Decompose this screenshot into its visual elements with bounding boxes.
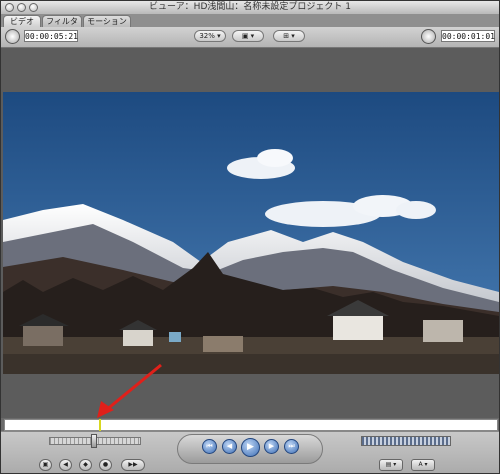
tab-motion[interactable]: モーション bbox=[83, 15, 131, 27]
viewer-window: ビューア：HD浅間山：名称未設定プロジェクト 1 ビデオ フィルタ モーション … bbox=[0, 0, 500, 474]
duration-dial-icon bbox=[5, 29, 20, 44]
tab-bar: ビデオ フィルタ モーション bbox=[1, 14, 499, 27]
overlay-icon: ⊞ bbox=[283, 32, 290, 40]
window-title: ビューア：HD浅間山：名称未設定プロジェクト 1 bbox=[149, 2, 351, 12]
film-view-icon: ▣ bbox=[241, 32, 249, 40]
tab-filters[interactable]: フィルタ bbox=[42, 15, 82, 27]
video-frame bbox=[3, 92, 499, 374]
transport-bar: ⏮ ◀ ▶ ▶ ⏭ bbox=[177, 434, 323, 464]
view-popup[interactable]: ▣ ▾ bbox=[232, 30, 264, 42]
prev-edit-button[interactable]: ⏮ bbox=[202, 439, 217, 454]
marker-button[interactable]: ● bbox=[99, 459, 112, 471]
scrubber-bar[interactable] bbox=[4, 419, 498, 431]
mark-in-button[interactable]: ◀ bbox=[59, 459, 72, 471]
next-edit-button[interactable]: ⏭ bbox=[284, 439, 299, 454]
jog-knob[interactable] bbox=[91, 434, 97, 448]
tab-video[interactable]: ビデオ bbox=[3, 15, 41, 27]
zoom-value: 32% bbox=[199, 32, 215, 40]
step-forward-button[interactable]: ▶ bbox=[264, 439, 279, 454]
generator-popup[interactable]: A ▾ bbox=[411, 459, 435, 471]
duration-timecode-field[interactable]: 00:00:05:21 bbox=[24, 30, 78, 42]
mark-clip-button[interactable]: ◆ bbox=[79, 459, 92, 471]
recent-clips-popup[interactable]: ▤ ▾ bbox=[379, 459, 403, 471]
current-dial-icon bbox=[421, 29, 436, 44]
shuttle-control[interactable] bbox=[361, 436, 451, 446]
zoom-popup[interactable]: 32% ▾ bbox=[194, 30, 226, 42]
transport-controls-area: ⏮ ◀ ▶ ▶ ⏭ ▣ ◀ ◆ ● ▶▶ ▤ ▾ A ▾ bbox=[1, 431, 499, 473]
title-bar[interactable]: ビューア：HD浅間山：名称未設定プロジェクト 1 bbox=[1, 1, 499, 15]
playhead[interactable] bbox=[99, 419, 101, 431]
step-back-button[interactable]: ◀ bbox=[222, 439, 237, 454]
mark-out-button[interactable]: ▶▶ bbox=[121, 459, 145, 471]
play-button[interactable]: ▶ bbox=[241, 438, 260, 457]
video-canvas[interactable] bbox=[1, 48, 499, 418]
overlay-popup[interactable]: ⊞ ▾ bbox=[273, 30, 305, 42]
current-timecode-field[interactable]: 00:00:01:01 bbox=[441, 30, 495, 42]
viewer-toolbar: 00:00:05:21 32% ▾ ▣ ▾ ⊞ ▾ 00:00:01:01 bbox=[1, 27, 499, 48]
match-frame-button[interactable]: ▣ bbox=[39, 459, 52, 471]
